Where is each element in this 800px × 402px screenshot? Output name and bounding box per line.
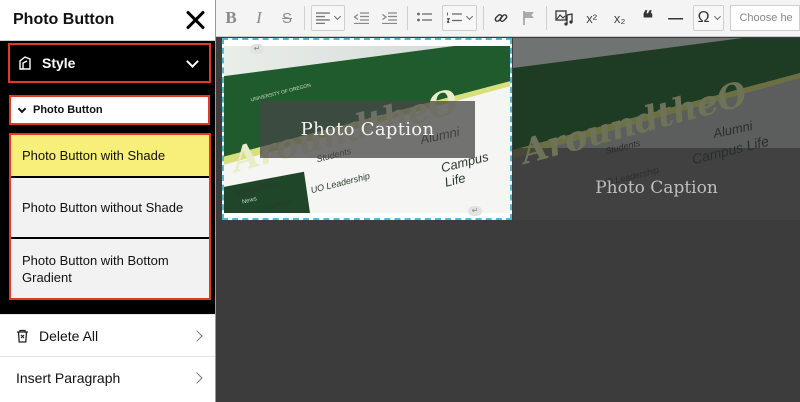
subscript-button[interactable]: x₂ [609,5,631,31]
superscript-button[interactable]: x² [581,5,603,31]
photo-caption[interactable]: Photo Caption [301,119,435,140]
option-label: Photo Button without Shade [22,200,184,215]
select-value: Photo Button [33,104,103,116]
media-icon [555,10,573,26]
omega-icon: Ω [697,9,710,26]
option-with-shade[interactable]: Photo Button with Shade [11,135,209,176]
close-icon[interactable] [184,9,206,31]
style-section: Style Photo Button Photo Button with Sha… [0,41,215,314]
option-label: Photo Button with Bottom Gradient [22,252,169,285]
horizontal-line-button[interactable]: — [665,5,687,31]
link-icon [494,14,508,22]
sidebar-header: Photo Button [0,0,215,41]
blockquote-button[interactable]: ❝ [637,5,659,31]
flag-icon [522,11,534,25]
toolbar-divider [406,6,408,30]
insert-paragraph-label: Insert Paragraph [16,369,121,386]
outdent-icon [354,12,370,24]
delete-all-label: Delete All [39,327,99,344]
return-icon[interactable]: ↵ [250,44,264,54]
numbered-list-dropdown[interactable] [441,5,477,31]
editor-toolbar: B I S x² x₂ ❝ — Ω Choose he [216,0,800,37]
chevron-down-icon [713,13,721,20]
sidebar-title: Photo Button [13,11,115,28]
heading-style-select[interactable]: Choose he [730,5,800,31]
option-without-shade[interactable]: Photo Button without Shade [11,178,209,237]
indent-icon [382,12,398,24]
numbered-list-icon [446,12,462,23]
bulleted-list-icon [417,12,433,22]
photo-button-type-select[interactable]: Photo Button [9,95,210,125]
trash-icon [17,329,28,343]
chevron-down-icon [17,104,27,113]
return-icon[interactable]: ↵ [468,206,482,216]
align-left-icon [316,12,330,24]
chevron-right-icon [191,329,203,342]
photo-button-preview[interactable]: AroundtheO Alumni Campus Life Students U… [513,38,800,220]
chevron-right-icon [191,371,203,384]
heading-style-placeholder: Choose he [739,12,793,24]
style-options: Photo Button with Shade Photo Button wit… [9,133,211,300]
option-bottom-gradient[interactable]: Photo Button with Bottom Gradient [11,239,209,298]
media-button[interactable] [553,5,575,31]
toolbar-divider [545,6,547,30]
insert-paragraph-button[interactable]: Insert Paragraph [0,356,215,398]
indent-button[interactable] [379,5,401,31]
special-characters-dropdown[interactable]: Ω [692,5,725,31]
outdent-button[interactable] [351,5,373,31]
style-toggle[interactable]: Style [8,43,211,83]
chevron-down-icon [465,12,473,21]
bulleted-list-button[interactable] [414,5,436,31]
photo-caption-preview[interactable]: Photo Caption [513,178,800,198]
photo-button-selected[interactable]: AroundtheO Alumni Campus Life Students U… [222,38,512,220]
italic-button[interactable]: I [248,5,270,31]
style-label: Style [42,55,76,71]
chevron-down-icon [186,54,199,68]
sidebar-panel: Photo Button Style Photo Button Photo Bu… [0,0,216,402]
delete-all-button[interactable]: Delete All [0,314,215,356]
anchor-button[interactable] [518,5,540,31]
bold-button[interactable]: B [220,5,242,31]
chevron-down-icon [333,12,341,21]
align-dropdown[interactable] [311,5,345,31]
toolbar-divider [482,6,484,30]
style-icon [19,56,31,70]
link-button[interactable] [490,5,512,31]
strikethrough-button[interactable]: S [276,5,298,31]
toolbar-divider [304,6,305,30]
photo-caption-box: Photo Caption [260,101,475,158]
option-label: Photo Button with Shade [22,148,166,163]
